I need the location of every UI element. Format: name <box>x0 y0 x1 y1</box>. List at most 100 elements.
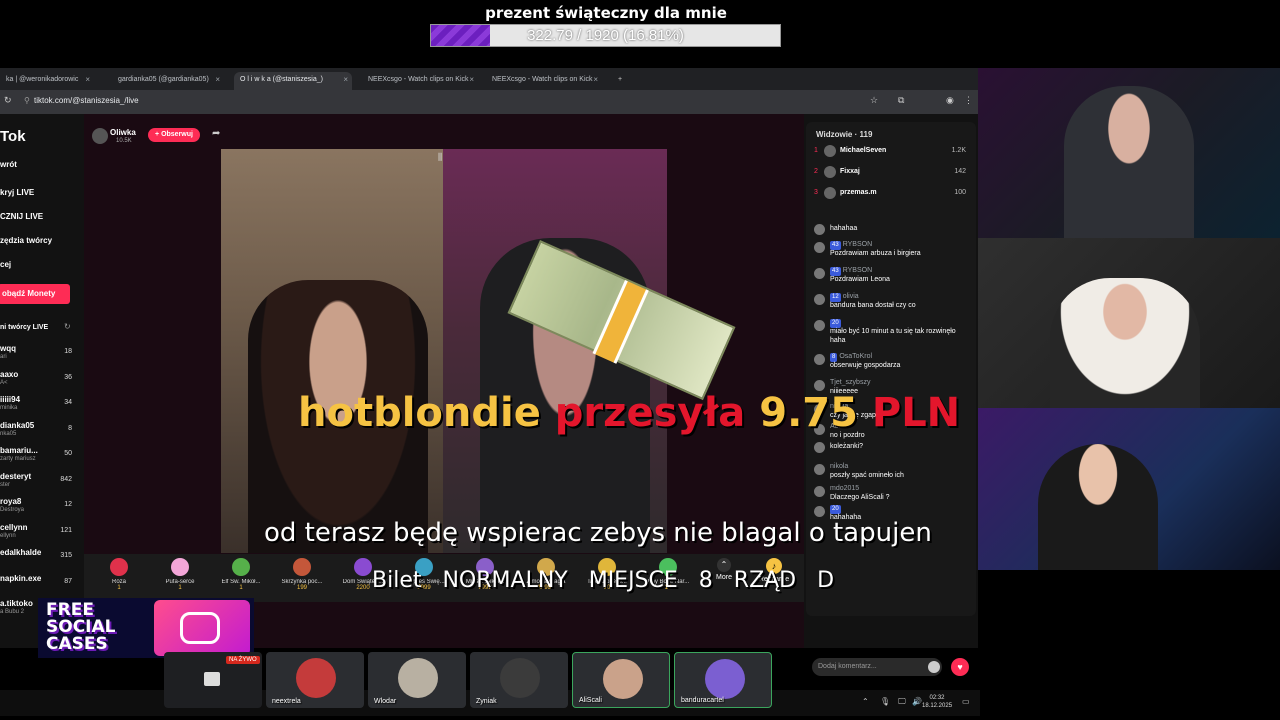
clock[interactable]: 02:32 18.12.2025 <box>922 694 952 710</box>
sc-line3: CASES <box>46 634 108 654</box>
discord-stream-tile[interactable]: NA ŻYWO <box>164 652 262 708</box>
notification-icon[interactable]: ▭ <box>962 697 970 706</box>
live-creator-item[interactable]: napkin.exe 87 <box>0 574 76 598</box>
gift-price: 1 <box>117 585 121 591</box>
tab-label: ka | @weronikadorowic <box>6 76 79 83</box>
live-creators-header: ni twórcy LIVE <box>0 324 49 331</box>
url-field[interactable]: tiktok.com/@staniszesia_/live <box>34 96 139 105</box>
live-creator-item[interactable]: aaxo A< 36 <box>0 370 76 394</box>
profile-icon[interactable]: ◉ <box>946 95 954 106</box>
gift-item[interactable]: Skrzynka poc... 199 <box>273 556 331 600</box>
host-name[interactable]: Oliwka <box>110 128 136 137</box>
new-tab-icon[interactable]: + <box>612 72 628 90</box>
volume-icon[interactable]: 🔊 <box>912 697 922 706</box>
creator-sub: ari <box>0 354 7 360</box>
alert-verb: przesyła <box>554 390 746 436</box>
bookmark-star-icon[interactable]: ☆ <box>870 95 878 106</box>
site-info-icon[interactable]: ⚲ <box>24 96 30 105</box>
live-creator-item[interactable]: dianka05 nka05 8 <box>0 421 76 445</box>
live-creator-item[interactable]: bamariu... zarty mariusz 50 <box>0 446 76 470</box>
gift-item[interactable]: Róża 1 <box>90 556 148 600</box>
live-creator-item[interactable]: cellynn ellynn 121 <box>0 523 76 547</box>
tiktok-sidebar: Tok wrót kryj LIVE CZNIJ LIVE zędzia twó… <box>0 114 84 648</box>
live-creator-item[interactable]: iiiii94 minika 34 <box>0 395 76 419</box>
live-creator-item[interactable]: edalkhalde 315 <box>0 548 76 572</box>
close-icon[interactable]: × <box>215 75 220 84</box>
viewer-name: przemas.m <box>840 189 877 196</box>
chat-username: OsaToKrol <box>839 353 873 360</box>
participant-name: Zyniak <box>476 698 497 705</box>
host-avatar[interactable] <box>92 128 108 144</box>
chat-message: 20 miało być 10 minut a tu się tak rozwin… <box>812 318 972 344</box>
webcam-person <box>1064 86 1194 238</box>
close-icon[interactable]: × <box>85 75 90 84</box>
gift-item[interactable]: Pufa-serce 1 <box>151 556 209 600</box>
gift-icon <box>171 558 189 576</box>
emoji-icon[interactable] <box>928 661 940 673</box>
viewer-rank: 3 <box>814 189 818 196</box>
comment-input[interactable]: Dodaj komentarz... <box>812 658 942 676</box>
discord-participant-tile[interactable]: Zyniak <box>470 652 568 708</box>
network-icon[interactable]: 🖵 <box>898 697 906 707</box>
nav-explore-live[interactable]: kryj LIVE <box>0 188 34 197</box>
discord-participant-tile[interactable]: AliScali <box>572 652 670 708</box>
creator-name: aaxo <box>0 369 19 379</box>
chat-user[interactable]: nikola <box>830 462 848 471</box>
microphone-icon[interactable]: 🎙 <box>880 697 890 706</box>
live-creator-item[interactable]: roya8 Destroya 12 <box>0 497 76 521</box>
close-icon[interactable]: × <box>469 75 474 84</box>
close-icon[interactable]: × <box>343 75 348 84</box>
browser-tab[interactable]: gardianka05 (@gardianka05) × <box>112 72 224 90</box>
browser-tab-active[interactable]: O l i w k a (@staniszesia_) × <box>234 72 352 90</box>
viewer-gift-count: 1.2K <box>951 147 966 154</box>
instagram-icon <box>180 612 220 644</box>
close-icon[interactable]: × <box>593 75 598 84</box>
chat-text: Pozdrawiam arbuza i birgiera <box>830 250 921 257</box>
nav-creator-tools[interactable]: zędzia twórcy <box>0 236 52 245</box>
refresh-icon[interactable]: ↻ <box>64 322 71 331</box>
browser-tab[interactable]: ka | @weronikadorowic × <box>0 72 94 90</box>
social-cases-banner[interactable]: FREE SOCIAL CASES <box>38 598 254 658</box>
chat-message: mdo2015 Dlaczego AliScali ? <box>812 484 972 504</box>
browser-tab[interactable]: NEEXcsgo - Watch clips on Kick × <box>486 72 602 90</box>
nav-more[interactable]: cej <box>0 260 11 269</box>
discord-participant-tile[interactable]: Wlodar <box>368 652 466 708</box>
gift-item[interactable]: Elf Św. Mikoł... 1 <box>212 556 270 600</box>
creator-name: wqq <box>0 344 16 353</box>
creator-viewer-count: 121 <box>60 526 72 534</box>
reload-icon[interactable]: ↻ <box>4 95 12 106</box>
viewer-gift-count: 142 <box>954 168 966 175</box>
chat-user[interactable]: mdo2015 <box>830 484 859 493</box>
share-icon[interactable]: ➦ <box>212 128 220 139</box>
chat-message: 43 RYBSON Pozdrawiam Leona <box>812 266 972 286</box>
chat-text: Dlaczego AliScali ? <box>830 494 890 501</box>
audio-bars-icon[interactable]: ⫼ <box>438 152 442 163</box>
heart-button[interactable]: ♥ <box>951 658 969 676</box>
chat-message: 43 RYBSON Pozdrawiam arbuza i birgiera <box>812 240 972 260</box>
screen-share-icon <box>204 672 220 686</box>
extensions-icon[interactable]: ⧉ <box>898 95 904 106</box>
menu-icon[interactable]: ⋮ <box>964 95 973 106</box>
gift-price: 1 <box>239 585 243 591</box>
chat-message: 8 OsaToKrol obserwuje gospodarza <box>812 352 972 372</box>
discord-participant-tile[interactable]: banduracartel <box>674 652 772 708</box>
chat-user[interactable]: Tjet_szybszy <box>830 378 870 387</box>
tray-chevron-icon[interactable]: ⌃ <box>862 697 869 706</box>
participant-name: AliScali <box>579 697 602 704</box>
get-coins-button[interactable]: obądź Monety <box>0 284 70 304</box>
top-viewer-row[interactable]: 2 Fixxaj 142 <box>812 165 972 183</box>
live-creator-item[interactable]: desteryt ster 842 <box>0 472 76 496</box>
discord-participant-tile[interactable]: neextrela <box>266 652 364 708</box>
live-creator-item[interactable]: wqq ari 18 <box>0 344 76 368</box>
avatar <box>814 242 825 253</box>
browser-tab[interactable]: NEEXcsgo - Watch clips on Kick × <box>362 72 478 90</box>
top-viewer-row[interactable]: 3 przemas.m 100 <box>812 186 972 204</box>
top-viewer-row[interactable]: 1 MichaelSeven 1.2K <box>812 144 972 162</box>
nav-back[interactable]: wrót <box>0 160 17 169</box>
webcam-person <box>1038 444 1158 570</box>
avatar <box>500 658 540 698</box>
donation-alert: hotblondie przesyła 9.75 PLN <box>298 390 960 436</box>
follow-button[interactable]: + Obserwuj <box>148 128 200 142</box>
goal-title: prezent świąteczny dla mnie <box>485 4 727 22</box>
nav-go-live[interactable]: CZNIJ LIVE <box>0 212 43 221</box>
